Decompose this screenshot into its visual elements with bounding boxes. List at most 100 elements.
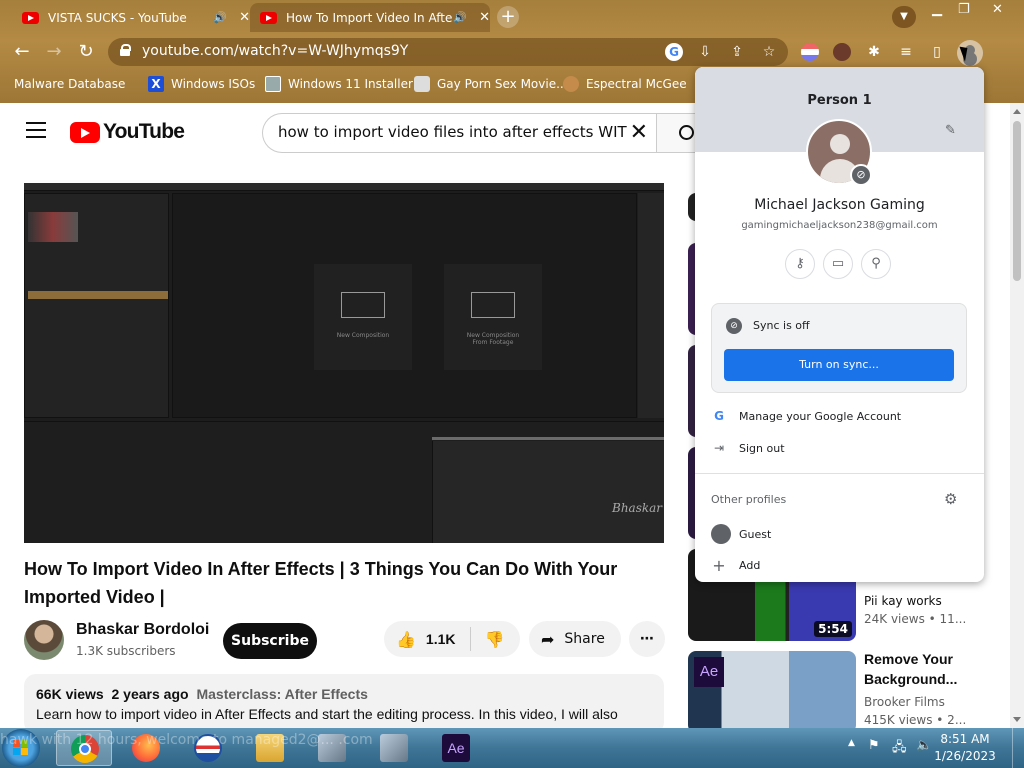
watermark-signature: Bhaskar <box>612 501 663 515</box>
taskbar-chrome[interactable] <box>56 730 112 766</box>
payment-card-icon[interactable]: ▭ <box>823 249 853 279</box>
bookmark-label: Gay Porn Sex Movie... <box>437 77 568 91</box>
tab-search-button[interactable]: ▼ <box>892 6 916 28</box>
menu-icon[interactable] <box>26 122 46 143</box>
firefox-icon <box>132 734 160 762</box>
bookmark-malware-database[interactable]: Malware Database <box>14 74 125 94</box>
action-center-flag-icon[interactable]: ⚑ <box>868 738 880 753</box>
share-button[interactable]: ➦ Share <box>529 621 621 657</box>
ae-tile-label: New Composition <box>466 332 520 339</box>
bookmark-label: Espectral McGee <box>586 77 687 91</box>
address-bar[interactable]: youtube.com/watch?v=W-WJhymqs9Y <box>108 38 788 66</box>
description-meta: 66K views 2 years ago Masterclass: After… <box>36 686 652 702</box>
like-dislike-group: 👍 1.1K 👎 <box>384 621 520 657</box>
profile-name: Michael Jackson Gaming <box>754 197 925 213</box>
clear-search-icon[interactable]: ✕ <box>630 120 648 145</box>
show-hidden-icons[interactable]: ▲ <box>848 738 855 748</box>
restore-button[interactable]: ❐ <box>958 2 970 17</box>
channel-name[interactable]: Bhaskar Bordoloi <box>76 621 209 639</box>
close-tab-icon[interactable]: ✕ <box>479 10 490 25</box>
bookmark-label: Malware Database <box>14 77 126 91</box>
manage-account-label: Manage your Google Account <box>739 409 902 423</box>
video-player[interactable]: New Composition New Composition From Foo… <box>24 183 664 543</box>
channel-avatar[interactable] <box>24 620 64 660</box>
search-query[interactable]: how to import video files into after eff… <box>278 123 628 141</box>
page-scrollbar[interactable] <box>1010 103 1024 728</box>
chrome-icon <box>71 735 99 763</box>
ae-time-bar <box>432 437 664 440</box>
close-tab-icon[interactable]: ✕ <box>239 10 250 25</box>
reload-button[interactable]: ↻ <box>74 40 98 64</box>
speaker-icon[interactable]: 🔊 <box>453 11 467 24</box>
new-tab-button[interactable]: + <box>497 6 519 28</box>
ae-toolbar <box>24 183 664 191</box>
side-panel-icon[interactable]: ▯ <box>928 43 946 61</box>
playlist-tag[interactable]: Masterclass: After Effects <box>196 686 367 702</box>
manage-profiles-gear-icon[interactable]: ⚙ <box>944 490 957 508</box>
after-effects-icon: Ae <box>694 657 724 687</box>
taskbar-network-app-2[interactable] <box>366 730 422 766</box>
taskbar-after-effects[interactable]: Ae <box>428 730 484 766</box>
reading-list-icon[interactable]: ≡ <box>897 43 915 61</box>
bookmark-star-icon[interactable]: ☆ <box>760 43 778 61</box>
extension-avatar-icon[interactable] <box>833 43 851 61</box>
sign-out[interactable]: ⇥ Sign out <box>711 441 785 455</box>
back-button[interactable]: ← <box>10 40 34 64</box>
recommendation-thumb[interactable]: Ae <box>688 651 856 728</box>
scroll-up-icon[interactable] <box>1013 109 1021 114</box>
bookmark-windows-11-installer[interactable]: Windows 11 Installer <box>265 74 413 94</box>
lock-icon[interactable] <box>120 44 131 56</box>
taskbar-firefox[interactable] <box>118 730 174 766</box>
more-actions-button[interactable]: ⋯ <box>629 621 665 657</box>
install-icon[interactable]: ⇩ <box>696 43 714 61</box>
bookmark-espectral-mcgee[interactable]: Espectral McGee <box>563 74 687 94</box>
url-text[interactable]: youtube.com/watch?v=W-WJhymqs9Y <box>142 43 408 59</box>
search-input[interactable]: how to import video files into after eff… <box>262 113 656 153</box>
recommendation-channel[interactable]: Pii kay works <box>864 594 942 608</box>
taskbar-network-app[interactable] <box>304 730 360 766</box>
tab-vista-sucks[interactable]: VISTA SUCKS - YouTube 🔊 ✕ <box>12 3 250 32</box>
forward-button[interactable]: → <box>42 40 66 64</box>
like-icon[interactable]: 👍 <box>396 630 416 649</box>
network-computer-icon <box>318 734 346 762</box>
edit-pencil-icon[interactable]: ✎ <box>945 123 956 138</box>
dislike-icon[interactable]: 👎 <box>485 630 505 649</box>
like-count[interactable]: 1.1K <box>426 631 456 647</box>
recommendation-channel[interactable]: Brooker Films <box>864 695 945 709</box>
bookmark-movie-site[interactable]: Gay Porn Sex Movie... <box>414 74 568 94</box>
recommendation-title[interactable]: Background... <box>864 669 957 689</box>
extensions-puzzle-icon[interactable]: ✱ <box>865 43 883 61</box>
scrollbar-thumb[interactable] <box>1013 121 1021 281</box>
addresses-pin-icon[interactable]: ⚲ <box>861 249 891 279</box>
character-icon <box>563 76 579 92</box>
taskbar-obama-app[interactable] <box>180 730 236 766</box>
speaker-icon[interactable]: 🔊 <box>213 11 227 24</box>
start-button[interactable] <box>2 729 40 767</box>
turn-on-sync-button[interactable]: Turn on sync... <box>724 349 954 381</box>
guest-profile[interactable]: Guest <box>711 524 771 544</box>
minimize-button[interactable]: ▁ <box>932 2 942 17</box>
description-box[interactable]: 66K views 2 years ago Masterclass: After… <box>24 674 664 728</box>
tab-how-to-import[interactable]: How To Import Video In Afte 🔊 ✕ <box>250 3 490 32</box>
guest-label: Guest <box>739 527 772 541</box>
scroll-down-icon[interactable] <box>1013 717 1021 722</box>
profile-title: Person 1 <box>807 93 872 108</box>
youtube-logo[interactable]: YouTube <box>70 120 185 144</box>
add-profile[interactable]: + Add <box>711 556 760 575</box>
share-icon[interactable]: ⇪ <box>728 43 746 61</box>
network-computer-icon <box>380 734 408 762</box>
bookmark-windows-isos[interactable]: X Windows ISOs <box>148 74 255 94</box>
show-desktop-button[interactable] <box>1012 728 1024 768</box>
ae-selected-row <box>28 291 168 299</box>
taskbar-explorer[interactable] <box>242 730 298 766</box>
recommendation-title[interactable]: Remove Your <box>864 649 953 669</box>
system-clock[interactable]: 8:51 AM 1/26/2023 <box>930 731 1000 765</box>
close-window-button[interactable]: ✕ <box>992 2 1003 17</box>
passwords-key-icon[interactable]: ⚷ <box>785 249 815 279</box>
manage-google-account[interactable]: G Manage your Google Account <box>711 409 901 423</box>
network-icon[interactable]: 🖧 <box>892 738 907 760</box>
google-translate-icon[interactable]: G <box>665 43 683 61</box>
ae-timeline-area <box>432 441 664 543</box>
extension-flag-icon[interactable] <box>801 43 819 61</box>
subscribe-button[interactable]: Subscribe <box>223 623 317 659</box>
